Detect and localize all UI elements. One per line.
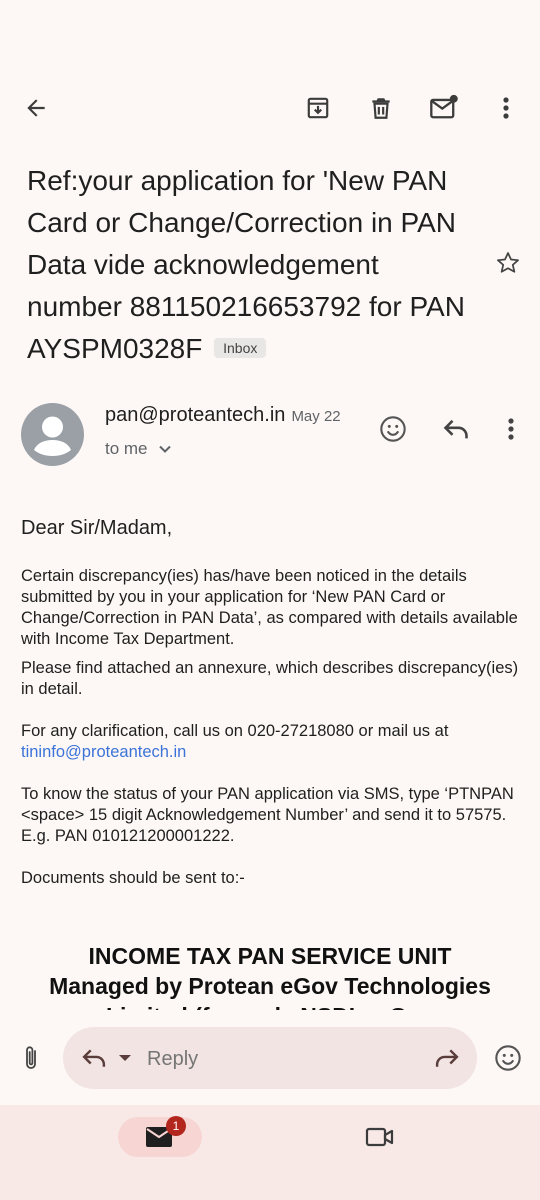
address-line-1: INCOME TAX PAN SERVICE UNIT xyxy=(88,943,452,969)
meet-video-icon[interactable] xyxy=(356,1113,404,1161)
reply-mode-icon[interactable] xyxy=(70,1034,118,1082)
email-link[interactable]: tininfo@proteantech.in xyxy=(21,743,186,761)
paragraph-example: E.g. PAN 010121200001222. xyxy=(21,827,235,845)
recipient-text: to me xyxy=(105,439,148,458)
email-date: May 22 xyxy=(291,408,341,425)
bottom-navigation xyxy=(0,1105,540,1200)
mark-unread-icon[interactable] xyxy=(420,84,468,132)
emoji-icon[interactable] xyxy=(484,1034,532,1082)
more-vert-icon[interactable] xyxy=(482,84,530,132)
message-more-icon[interactable] xyxy=(487,405,535,453)
star-icon[interactable] xyxy=(484,239,532,287)
address-line-2: Managed by Protean eGov Technologies xyxy=(49,973,491,999)
clarification-text: For any clarification, call us on 020-27… xyxy=(21,722,449,740)
paragraph-annexure: Please find attached an annexure, which … xyxy=(21,659,519,698)
reply-mode-dropdown-icon[interactable] xyxy=(112,1034,138,1082)
reply-icon[interactable] xyxy=(432,405,480,453)
emoji-react-icon[interactable] xyxy=(369,405,417,453)
subject-text: Ref:your application for 'New PAN Card o… xyxy=(27,165,465,364)
reply-input[interactable] xyxy=(145,1040,419,1078)
paragraph-discrepancy: Certain discrepancy(ies) has/have been n… xyxy=(21,567,518,648)
archive-icon[interactable] xyxy=(294,84,342,132)
back-arrow-icon[interactable] xyxy=(12,84,60,132)
inbox-label-badge[interactable]: Inbox xyxy=(214,337,267,358)
greeting: Dear Sir/Madam, xyxy=(21,517,173,539)
sender-email[interactable]: pan@proteantech.in xyxy=(105,404,285,426)
attach-icon[interactable] xyxy=(7,1034,55,1082)
email-body: Dear Sir/Madam, Certain discrepancy(ies)… xyxy=(21,515,521,889)
recipient-toggle[interactable]: to me xyxy=(105,439,172,459)
forward-icon[interactable] xyxy=(423,1034,471,1082)
notification-badge: 1 xyxy=(166,1116,186,1136)
paragraph-sms-status: To know the status of your PAN applicati… xyxy=(21,785,514,824)
email-subject: Ref:your application for 'New PAN Card o… xyxy=(27,160,477,370)
paragraph-clarification: For any clarification, call us on 020-27… xyxy=(21,721,521,763)
sender-line: pan@proteantech.in May 22 xyxy=(105,404,341,427)
avatar[interactable] xyxy=(21,403,84,466)
paragraph-documents: Documents should be sent to:- xyxy=(21,869,245,887)
delete-icon[interactable] xyxy=(357,84,405,132)
chevron-down-icon xyxy=(158,445,171,453)
